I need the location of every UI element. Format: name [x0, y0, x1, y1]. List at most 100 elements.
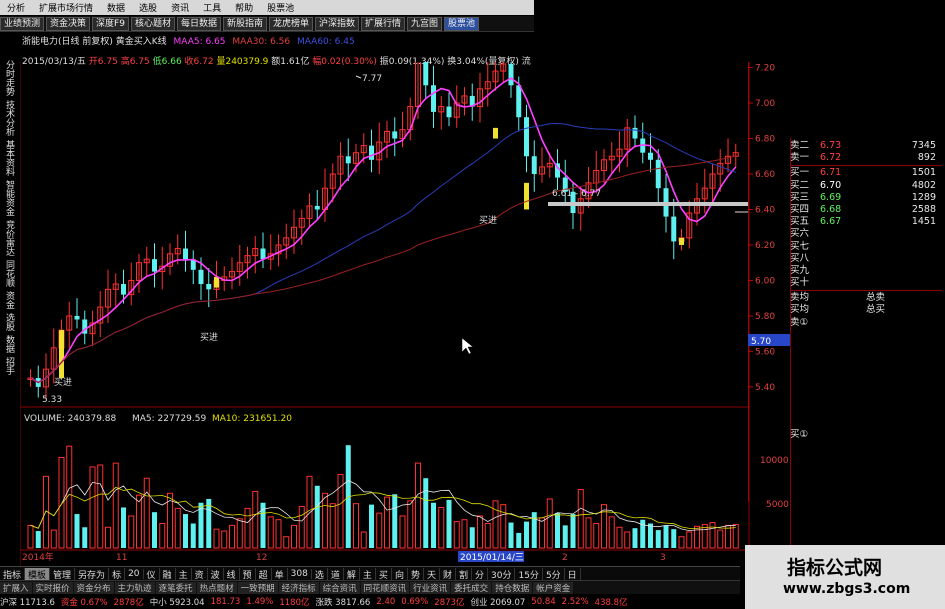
order-row: 买八 — [790, 253, 942, 265]
indicator-tab-22[interactable]: 势 — [408, 567, 424, 581]
volume-bar — [314, 485, 320, 548]
left-tab-3[interactable]: 智能资金 — [3, 180, 16, 216]
price-tick-label: 6.20 — [755, 241, 775, 251]
volume-bar — [508, 522, 514, 548]
indicator-tab-18[interactable]: 解 — [344, 567, 360, 581]
date-label: 2015/01/14/三 — [460, 553, 524, 563]
indicator-tab-17[interactable]: 道 — [328, 567, 344, 581]
volume-bar — [97, 464, 104, 549]
low-annotation: 5.33 — [42, 395, 62, 405]
toolbar-button-6[interactable]: 龙虎榜单 — [268, 16, 313, 31]
indicator-tab-5[interactable]: 20 — [125, 569, 144, 579]
left-tab-5[interactable]: 同花顺 — [3, 260, 16, 287]
total-sell-label: 总卖 — [866, 292, 886, 304]
toolbar-button-1[interactable]: 资金决策 — [46, 16, 91, 31]
indicator-tab-12[interactable]: 预 — [240, 567, 256, 581]
info-tab-0[interactable]: 扩展入 — [0, 581, 32, 594]
indicator-tab-27[interactable]: 30分 — [488, 567, 516, 581]
indicator-tab-8[interactable]: 主 — [176, 567, 192, 581]
indicator-tab-30[interactable]: 日 — [565, 567, 581, 581]
indicator-tab-6[interactable]: 仪 — [144, 567, 160, 581]
indicator-tab-29[interactable]: 5分 — [543, 567, 565, 581]
toolbar-button-5[interactable]: 新股指南 — [222, 16, 267, 31]
left-tab-2[interactable]: 基本资料 — [3, 140, 16, 176]
price-tick-label: 6.60 — [755, 170, 775, 180]
info-tab-5[interactable]: 热点题材 — [196, 581, 237, 594]
info-tab-8[interactable]: 综合资讯 — [319, 581, 360, 594]
sell-avg-row: 卖均 总卖 — [790, 292, 942, 304]
menu-item-5[interactable]: 工具 — [196, 1, 228, 14]
left-tab-1[interactable]: 技术分析 — [3, 100, 16, 136]
toolbar-button-2[interactable]: 深度F9 — [92, 16, 129, 31]
indicator-tab-16[interactable]: 选 — [312, 567, 328, 581]
volume-bar — [384, 496, 390, 549]
indicator-tab-20[interactable]: 买 — [376, 567, 392, 581]
order-price — [820, 228, 870, 240]
info-tab-1[interactable]: 实时报价 — [32, 581, 73, 594]
info-tab-3[interactable]: 主力轨迹 — [114, 581, 155, 594]
toolbar-button-10[interactable]: 股票池 — [444, 16, 480, 31]
menu-item-6[interactable]: 帮助 — [228, 1, 260, 14]
volume-bar — [648, 523, 653, 548]
info-tab-12[interactable]: 持仓数据 — [492, 581, 533, 594]
volume-bar — [298, 506, 305, 549]
info-tab-9[interactable]: 同花顺资讯 — [360, 581, 410, 594]
stock-chart[interactable]: 7.77 5.33 买进 买进 买进 6.61 - 6.77 VOLUME: 2… — [20, 62, 750, 566]
indicator-tab-15[interactable]: 308 — [288, 569, 312, 579]
candle-body — [392, 131, 398, 139]
toolbar-button-4[interactable]: 每日数据 — [176, 16, 221, 31]
left-tab-9[interactable]: 招手 — [3, 357, 16, 375]
info-tab-10[interactable]: 行业资讯 — [410, 581, 451, 594]
volume-bar — [585, 517, 592, 549]
left-tab-8[interactable]: 数据 — [3, 335, 16, 353]
indicator-tab-10[interactable]: 波 — [208, 567, 224, 581]
indicator-tab-23[interactable]: 天 — [424, 567, 440, 581]
menu-item-3[interactable]: 选股 — [132, 1, 164, 14]
left-tab-4[interactable]: 竞价雷达 — [3, 220, 16, 256]
toolbar-button-3[interactable]: 核心题材 — [130, 16, 175, 31]
indicator-tab-4[interactable]: 标 — [109, 567, 126, 581]
volume-bar — [570, 514, 576, 548]
menu-item-1[interactable]: 扩展市场行情 — [32, 1, 100, 14]
menu-item-4[interactable]: 资讯 — [164, 1, 196, 14]
indicator-tab-1[interactable]: 模板 — [25, 567, 51, 581]
price-tick-label: 5.80 — [755, 312, 775, 322]
menu-item-0[interactable]: 分析 — [0, 1, 32, 14]
indicator-tab-14[interactable]: 单 — [272, 567, 288, 581]
indicator-tab-24[interactable]: 财 — [440, 567, 456, 581]
toolbar-button-0[interactable]: 业绩预测 — [0, 16, 45, 31]
indicator-tab-0[interactable]: 指标 — [0, 567, 26, 581]
indicator-tab-11[interactable]: 线 — [224, 567, 240, 581]
info-tab-6[interactable]: 一致预期 — [237, 581, 278, 594]
order-row: 买四 6.68 2588 — [790, 204, 942, 216]
order-row: 买七 — [790, 241, 942, 253]
indicator-tab-3[interactable]: 另存为 — [75, 567, 110, 581]
volume-bar — [500, 504, 507, 549]
left-tab-7[interactable]: 选股 — [3, 313, 16, 331]
indicator-tab-25[interactable]: 割 — [456, 567, 473, 581]
mouse-cursor-icon — [461, 337, 474, 355]
toolbar-button-8[interactable]: 扩展行情 — [361, 16, 406, 31]
indicator-tab-28[interactable]: 15分 — [515, 567, 543, 581]
volume-bar — [686, 531, 693, 549]
menu-item-2[interactable]: 数据 — [100, 1, 132, 14]
info-tab-4[interactable]: 逐笔委托 — [155, 581, 196, 594]
indicator-tab-19[interactable]: 主 — [360, 567, 376, 581]
toolbar-button-9[interactable]: 九宫图 — [407, 16, 443, 31]
indicator-tab-26[interactable]: 分 — [472, 567, 489, 581]
sell-circ-row: 卖① — [790, 317, 942, 329]
left-tab-0[interactable]: 分时走势 — [3, 60, 16, 96]
info-tab-7[interactable]: 经济指标 — [278, 581, 319, 594]
left-tab-6[interactable]: 资金 — [3, 291, 16, 309]
indicator-tab-21[interactable]: 向 — [392, 567, 408, 581]
indicator-tab-13[interactable]: 超 — [256, 567, 272, 581]
info-tab-2[interactable]: 资金分布 — [73, 581, 114, 594]
toolbar-button-7[interactable]: 沪深指数 — [315, 16, 360, 31]
info-tab-11[interactable]: 委托成交 — [451, 581, 492, 594]
menu-item-7[interactable]: 股票池 — [260, 1, 301, 14]
indicator-tab-7[interactable]: 融 — [160, 567, 176, 581]
info-tab-13[interactable]: 帐户资金 — [533, 581, 574, 594]
indicator-tab-9[interactable]: 资 — [192, 567, 208, 581]
indicator-tab-2[interactable]: 管理 — [50, 567, 76, 581]
indicator-tab-bar: 指标 模板 管理 另存为标 20 仪融主资波线预超单 308 选道解主买向势天财割分 30分 15… — [0, 566, 740, 581]
